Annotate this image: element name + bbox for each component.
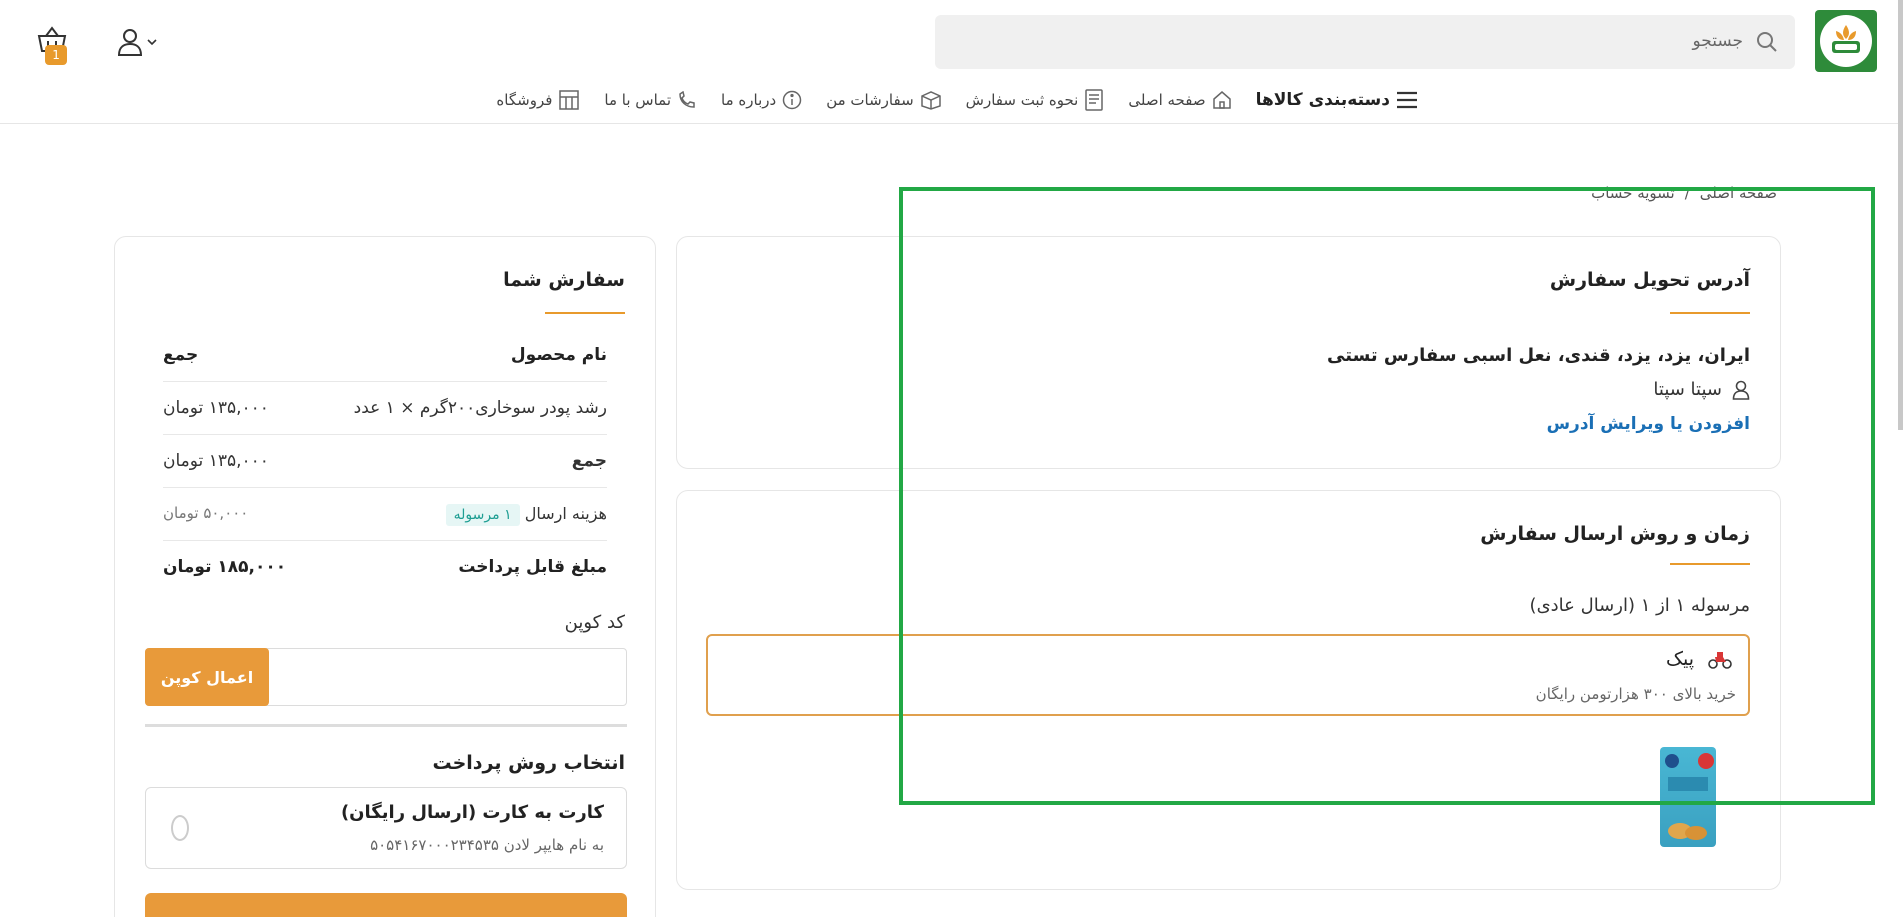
payment-option-name: کارت به کارت (ارسال رایگان) bbox=[340, 802, 604, 823]
order-table-header: نام محصول جمع bbox=[163, 329, 607, 382]
nav-how-to-order-label: نحوه ثبت سفارش bbox=[965, 91, 1079, 109]
nav-about-label: درباره ما bbox=[721, 91, 777, 109]
edit-address-link[interactable]: افزودن یا ویرایش آدرس bbox=[1547, 414, 1750, 434]
payable-value: ۱۸۵,۰۰۰ تومان bbox=[163, 557, 287, 577]
payable-row: مبلغ قابل پرداخت ۱۸۵,۰۰۰ تومان bbox=[163, 541, 607, 594]
divider bbox=[145, 724, 627, 727]
search-input[interactable]: جستجو bbox=[1692, 31, 1743, 51]
subtotal-row: جمع ۱۳۵,۰۰۰ تومان bbox=[163, 435, 607, 488]
payment-radio[interactable] bbox=[171, 815, 189, 841]
nav-home-label: صفحه اصلی bbox=[1128, 91, 1206, 109]
subtotal-label: جمع bbox=[571, 451, 607, 471]
payable-label: مبلغ قابل پرداخت bbox=[458, 557, 607, 577]
shipping-cost-label: هزینه ارسال bbox=[524, 504, 607, 523]
title-underline bbox=[545, 312, 625, 314]
search-icon[interactable] bbox=[1755, 30, 1779, 54]
title-underline bbox=[1670, 312, 1750, 314]
header-product: نام محصول bbox=[510, 345, 607, 365]
payment-option-card-transfer[interactable]: کارت به کارت (ارسال رایگان) به نام هایپر… bbox=[145, 787, 627, 869]
shipping-cost-row: هزینه ارسال ۱ مرسوله ۵۰,۰۰۰ تومان bbox=[163, 488, 607, 541]
recipient-name-text: سپتا سپتا bbox=[1653, 379, 1722, 400]
phone-icon bbox=[679, 91, 695, 108]
shipping-option-courier[interactable]: پیک خرید بالای ۳۰۰ هزارتومن رایگان bbox=[706, 634, 1750, 716]
payment-option-desc: به نام هایپر لادن ۵۰۵۴۱۶۷۰۰۰۲۳۴۵۳۵ bbox=[370, 836, 604, 854]
cart-count-badge: 1 bbox=[45, 45, 67, 65]
breadcrumb: صفحه اصلی / تسویه حساب bbox=[1591, 184, 1777, 202]
main-nav: دسته‌بندی کالاها صفحه اصلی نحوه ثبت سفار… bbox=[496, 86, 1418, 114]
parcel-subtitle: مرسوله ۱ از ۱ (ارسال عادی) bbox=[1529, 595, 1750, 616]
info-icon bbox=[782, 90, 802, 110]
home-icon bbox=[1212, 91, 1231, 109]
title-underline bbox=[1670, 563, 1750, 565]
shipping-cost-label-group: هزینه ارسال ۱ مرسوله bbox=[438, 504, 607, 526]
nav-categories-label: دسته‌بندی کالاها bbox=[1255, 90, 1390, 110]
motorcycle-icon bbox=[1708, 652, 1732, 669]
shipping-cost-value: ۵۰,۰۰۰ تومان bbox=[163, 504, 249, 522]
nav-my-orders[interactable]: سفارشات من bbox=[826, 90, 941, 110]
recipient-name: سپتا سپتا bbox=[1653, 379, 1750, 400]
shipping-card-title: زمان و روش ارسال سفارش bbox=[1480, 523, 1750, 545]
coupon-label: کد کوپن bbox=[564, 612, 625, 633]
logo-emblem-icon bbox=[1820, 15, 1872, 67]
order-card-title: سفارش شما bbox=[503, 269, 625, 291]
search-bar[interactable]: جستجو bbox=[935, 15, 1795, 69]
nav-contact[interactable]: تماس با ما bbox=[604, 91, 697, 109]
shipping-option-label: پیک bbox=[1665, 648, 1694, 670]
product-thumbnail bbox=[1660, 747, 1716, 847]
apply-coupon-button[interactable]: اعمال کوپن bbox=[145, 648, 269, 706]
nav-my-orders-label: سفارشات من bbox=[826, 91, 914, 109]
cart-button[interactable]: 1 bbox=[24, 25, 68, 69]
address-card-title: آدرس تحویل سفارش bbox=[1549, 269, 1750, 291]
account-menu-button[interactable] bbox=[110, 25, 158, 59]
shipping-option-name: پیک bbox=[1666, 648, 1732, 670]
chevron-down-icon bbox=[147, 39, 157, 46]
delivery-address-card: آدرس تحویل سفارش ایران، یزد، یزد، قندی، … bbox=[676, 236, 1781, 469]
item-price: ۱۳۵,۰۰۰ تومان bbox=[163, 398, 269, 418]
parcel-count-badge: ۱ مرسوله bbox=[445, 504, 520, 526]
subtotal-value: ۱۳۵,۰۰۰ تومان bbox=[163, 451, 269, 471]
header-total: جمع bbox=[163, 345, 199, 365]
document-icon bbox=[1085, 89, 1104, 111]
table-row: رشد پودر سوخاری۲۰۰گرم × ۱ عدد ۱۳۵,۰۰۰ تو… bbox=[163, 382, 607, 435]
breadcrumb-separator: / bbox=[1684, 184, 1690, 202]
store-icon bbox=[559, 90, 580, 110]
product-package-icon bbox=[1665, 753, 1714, 840]
shipping-method-card: زمان و روش ارسال سفارش مرسوله ۱ از ۱ (ار… bbox=[676, 490, 1781, 890]
nav-store-label: فروشگاه bbox=[496, 91, 553, 109]
breadcrumb-current: تسویه حساب bbox=[1591, 184, 1675, 202]
site-logo[interactable] bbox=[1815, 10, 1877, 72]
nav-home[interactable]: صفحه اصلی bbox=[1128, 90, 1231, 110]
user-icon bbox=[1732, 380, 1750, 400]
site-header: جستجو 1 دسته‌بندی کالاها صفحه اصلی نحوه … bbox=[0, 0, 1903, 124]
address-line: ایران، یزد، یزد، قندی، نعل اسبی سفارس تس… bbox=[1327, 345, 1750, 366]
nav-contact-label: تماس با ما bbox=[604, 91, 672, 109]
nav-categories[interactable]: دسته‌بندی کالاها bbox=[1256, 90, 1418, 110]
box-icon bbox=[920, 91, 941, 110]
scrollbar[interactable] bbox=[1898, 0, 1903, 430]
shipping-option-desc: خرید بالای ۳۰۰ هزارتومن رایگان bbox=[1535, 685, 1736, 703]
hamburger-icon bbox=[1397, 91, 1417, 109]
breadcrumb-home[interactable]: صفحه اصلی bbox=[1700, 184, 1777, 202]
item-name: رشد پودر سوخاری۲۰۰گرم × ۱ عدد bbox=[353, 398, 607, 418]
payment-method-title: انتخاب روش پرداخت bbox=[432, 752, 625, 774]
nav-about[interactable]: درباره ما bbox=[721, 90, 802, 110]
nav-how-to-order[interactable]: نحوه ثبت سفارش bbox=[966, 89, 1105, 111]
nav-store[interactable]: فروشگاه bbox=[496, 89, 580, 111]
user-icon bbox=[117, 29, 143, 56]
submit-order-button[interactable] bbox=[145, 893, 627, 917]
order-summary-card: سفارش شما نام محصول جمع رشد پودر سوخاری۲… bbox=[114, 236, 656, 917]
